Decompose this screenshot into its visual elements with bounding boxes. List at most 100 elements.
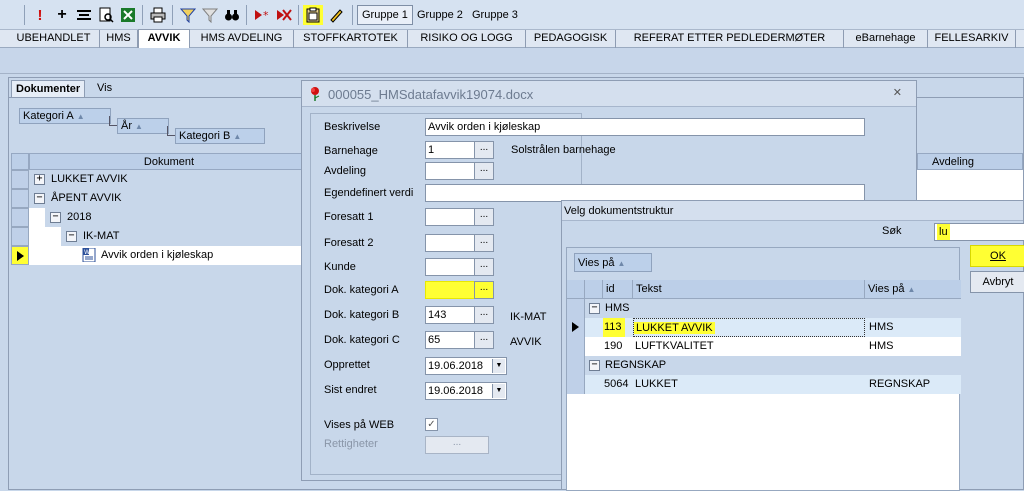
sist-endret-date-picker[interactable]: 19.06.2018 ▼ [425, 382, 507, 400]
column-header-id[interactable]: id [603, 280, 633, 299]
kunde-lookup-button[interactable]: ... [474, 258, 494, 276]
search-input-value: lu [937, 224, 950, 240]
column-header-avdeling[interactable]: Avdeling [917, 153, 1023, 170]
rettigheter-button[interactable]: ... [425, 436, 489, 454]
table-row-113[interactable]: 113 LUKKET AVVIK HMS [567, 318, 961, 337]
group-chip-kategori-a[interactable]: Kategori A ▲ [19, 108, 111, 124]
row-selector[interactable] [11, 227, 29, 246]
properties-icon[interactable] [74, 5, 94, 25]
tree-row-2018[interactable]: − 2018 [45, 208, 309, 227]
row-selector[interactable] [11, 170, 29, 189]
cancel-button[interactable]: Avbryt [970, 271, 1024, 293]
ok-button[interactable]: OK [970, 245, 1024, 267]
filter-clear-icon[interactable] [200, 5, 220, 25]
group-chip-kategori-b[interactable]: Kategori B ▲ [175, 128, 265, 144]
clipboard-icon[interactable] [303, 5, 323, 25]
dok-kategori-c-lookup-button[interactable]: ... [474, 331, 494, 349]
dok-kategori-c-field[interactable]: 65 [425, 331, 475, 349]
tab-dokumenter[interactable]: Dokumenter [11, 80, 86, 97]
foresatt-2-field[interactable] [425, 234, 475, 252]
expand-icon[interactable]: + [34, 174, 45, 185]
printer-icon[interactable] [148, 5, 168, 25]
table-row-5064[interactable]: 5064 LUKKET REGNSKAP [567, 375, 961, 394]
tab-hms-avdeling[interactable]: HMS AVDELING [190, 30, 294, 48]
barnehage-name: Solstrålen barnehage [511, 144, 616, 156]
tree-row-document[interactable]: W Avvik orden i kjøleskap [77, 246, 309, 265]
group-1-button[interactable]: Gruppe 1 [357, 5, 413, 25]
group-label: HMS [605, 302, 630, 314]
dok-kategori-a-field[interactable] [425, 281, 475, 299]
tree-row-lukket-avvik[interactable]: + LUKKET AVVIK [29, 170, 309, 189]
svg-text:*: * [263, 9, 269, 22]
column-header-label: Vies på [868, 283, 905, 295]
close-icon[interactable]: ✕ [893, 86, 902, 99]
tab-hms[interactable]: HMS [100, 30, 138, 48]
row-selector[interactable] [567, 337, 585, 356]
collapse-icon[interactable]: − [50, 212, 61, 223]
column-header-tekst[interactable]: Tekst [633, 280, 865, 299]
dropdown-arrow-icon[interactable]: ▼ [492, 359, 505, 373]
tab-pedagogisk[interactable]: PEDAGOGISK [526, 30, 616, 48]
tab-fellesarkiv[interactable]: FELLESARKIV [928, 30, 1016, 48]
tab-stoffkartotek[interactable]: STOFFKARTOTEK [294, 30, 408, 48]
toolbar: ! + * Gruppe 1 Gruppe 2 Gruppe 3 [0, 0, 1024, 30]
group-2-button[interactable]: Gruppe 2 [412, 5, 468, 25]
column-header-dokument[interactable]: Dokument [29, 153, 309, 170]
collapse-icon[interactable]: − [589, 303, 600, 314]
tree-row-ik-mat[interactable]: − IK-MAT [61, 227, 309, 246]
row-selector[interactable] [567, 356, 585, 375]
foresatt-1-lookup-button[interactable]: ... [474, 208, 494, 226]
tab-avvik[interactable]: AVVIK [138, 29, 190, 48]
collapse-icon[interactable]: − [589, 360, 600, 371]
group-connector [109, 116, 117, 126]
search-input[interactable]: lu [934, 223, 1024, 241]
foresatt-1-field[interactable] [425, 208, 475, 226]
sort-icon: ▲ [135, 122, 143, 131]
row-selector[interactable] [11, 189, 29, 208]
collapse-icon[interactable]: − [34, 193, 45, 204]
row-selector[interactable] [567, 375, 585, 394]
row-selector[interactable] [11, 208, 29, 227]
kunde-field[interactable] [425, 258, 475, 276]
tab-referat-etter-pedledermoter[interactable]: REFERAT ETTER PEDLEDERMØTER [616, 30, 844, 48]
label-sist-endret: Sist endret [324, 384, 377, 396]
tab-risiko-og-logg[interactable]: RISIKO OG LOGG [408, 30, 526, 48]
tab-vis[interactable]: Vis [93, 80, 116, 97]
row-selector-current[interactable] [567, 318, 585, 337]
barnehage-field[interactable]: 1 [425, 141, 475, 159]
dok-kategori-b-field[interactable]: 143 [425, 306, 475, 324]
foresatt-2-lookup-button[interactable]: ... [474, 234, 494, 252]
dok-kategori-b-lookup-button[interactable]: ... [474, 306, 494, 324]
group-chip-vies-pa[interactable]: Vies på ▲ [574, 253, 652, 272]
excel-icon[interactable] [118, 5, 138, 25]
pencil-icon[interactable] [326, 5, 346, 25]
cell-tekst[interactable]: LUKKET AVVIK [633, 318, 865, 337]
tab-ebarnehage[interactable]: eBarnehage [844, 30, 928, 48]
unmark-icon[interactable] [274, 5, 294, 25]
add-icon[interactable]: + [52, 5, 72, 25]
dropdown-arrow-icon[interactable]: ▼ [492, 384, 505, 398]
beskrivelse-field[interactable]: Avvik orden i kjøleskap [425, 118, 865, 136]
opprettet-date-picker[interactable]: 19.06.2018 ▼ [425, 357, 507, 375]
vises-pa-web-checkbox[interactable]: ✓ [425, 418, 438, 431]
group-chip-ar[interactable]: År ▲ [117, 118, 169, 134]
table-row-190[interactable]: 190 LUFTKVALITET HMS [567, 337, 961, 356]
avdeling-lookup-button[interactable]: ... [474, 162, 494, 180]
tree-row-apent-avvik[interactable]: − ÅPENT AVVIK [29, 189, 309, 208]
barnehage-lookup-button[interactable]: ... [474, 141, 494, 159]
tab-ubehandlet[interactable]: UBEHANDLET [8, 30, 100, 48]
avdeling-field[interactable] [425, 162, 475, 180]
mark-icon[interactable]: * [252, 5, 272, 25]
collapse-icon[interactable]: − [66, 231, 77, 242]
binoculars-icon[interactable] [222, 5, 242, 25]
print-preview-icon[interactable] [96, 5, 116, 25]
dok-kategori-a-lookup-button[interactable]: ... [474, 281, 494, 299]
row-selector-current[interactable] [11, 246, 29, 265]
group-row-hms[interactable]: − HMS [567, 299, 961, 318]
exclamation-icon[interactable]: ! [30, 5, 50, 25]
row-selector[interactable] [567, 299, 585, 318]
filter-icon[interactable] [178, 5, 198, 25]
group-3-button[interactable]: Gruppe 3 [467, 5, 523, 25]
column-header-vies-pa[interactable]: Vies på ▲ [865, 280, 961, 299]
group-row-regnskap[interactable]: − REGNSKAP [567, 356, 961, 375]
